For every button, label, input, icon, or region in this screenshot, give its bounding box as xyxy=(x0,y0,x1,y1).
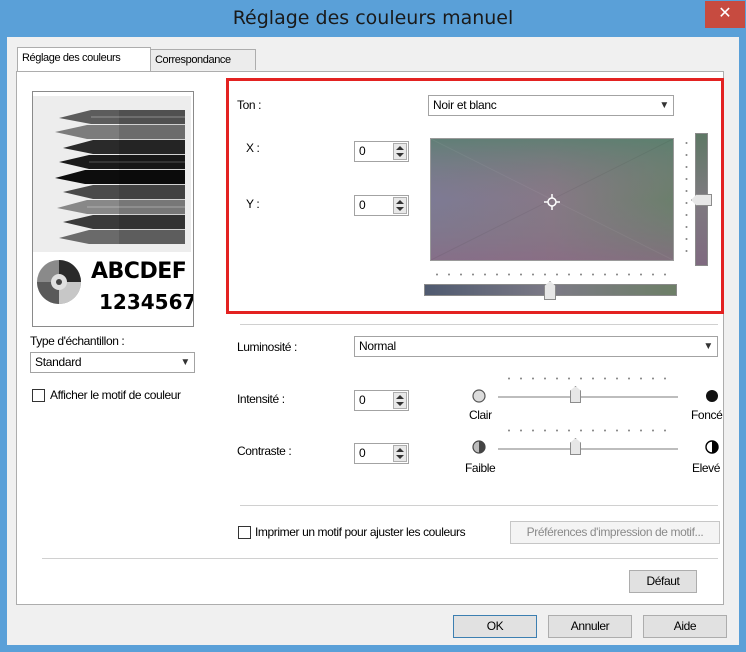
spin-up-icon[interactable] xyxy=(396,448,404,452)
preview-sample-text-digits: 1234567 xyxy=(99,290,194,314)
tab-matching[interactable]: Correspondance xyxy=(150,49,256,70)
spin-down-icon[interactable] xyxy=(396,455,404,459)
x-value: 0 xyxy=(359,144,366,158)
y-value: 0 xyxy=(359,198,366,212)
contrast-slider-track[interactable] xyxy=(498,448,678,450)
tone-select[interactable]: Noir et blanc ▼ xyxy=(428,95,674,116)
chevron-down-icon: ▼ xyxy=(659,100,669,111)
chevron-down-icon: ▼ xyxy=(180,357,190,368)
contrast-high-label: Elevé xyxy=(692,461,721,475)
contrast-label: Contraste : xyxy=(237,444,292,458)
brightness-label: Luminosité : xyxy=(237,340,297,354)
y-spinbox[interactable]: 0 xyxy=(354,195,409,216)
tone-label: Ton : xyxy=(237,98,262,112)
cancel-button[interactable]: Annuler xyxy=(548,615,632,638)
y-spin-buttons[interactable] xyxy=(393,197,407,214)
contrast-low-label: Faible xyxy=(465,461,496,475)
crosshair-icon[interactable] xyxy=(544,194,560,210)
intensity-low-label: Clair xyxy=(469,408,492,422)
vertical-slider-ticks xyxy=(685,137,688,262)
sample-type-label: Type d'échantillon : xyxy=(30,334,125,348)
spin-up-icon[interactable] xyxy=(396,146,404,150)
show-color-pattern-label[interactable]: Afficher le motif de couleur xyxy=(50,388,181,402)
window-title: Réglage des couleurs manuel xyxy=(232,7,514,29)
color-preview-image: ABCDEF 1234567 xyxy=(32,91,194,327)
ok-button[interactable]: OK xyxy=(453,615,537,638)
spin-up-icon[interactable] xyxy=(396,200,404,204)
color-adjustment-pad[interactable] xyxy=(430,138,674,261)
pattern-print-preferences-button[interactable]: Préférences d'impression de motif... xyxy=(510,521,720,544)
intensity-high-label: Foncé xyxy=(691,408,723,422)
dialog-window: Réglage des couleurs manuel ✕ Réglage de… xyxy=(0,0,746,652)
light-circle-icon xyxy=(472,389,486,403)
dialog-client: Réglage des couleurs Correspondance ABCD… xyxy=(7,37,739,645)
contrast-spin-buttons[interactable] xyxy=(393,445,407,462)
contrast-spinbox[interactable]: 0 xyxy=(354,443,409,464)
intensity-slider-track[interactable] xyxy=(498,396,678,398)
help-button[interactable]: Aide xyxy=(643,615,727,638)
intensity-spinbox[interactable]: 0 xyxy=(354,390,409,411)
sample-type-value: Standard xyxy=(35,355,82,369)
title-bar[interactable]: Réglage des couleurs manuel ✕ xyxy=(1,1,745,37)
tab-color-adjustment[interactable]: Réglage des couleurs xyxy=(17,47,151,71)
intensity-slider-ticks xyxy=(503,377,673,380)
preview-sample-text-letters: ABCDEF xyxy=(91,259,187,284)
contrast-slider-ticks xyxy=(503,429,673,432)
close-button[interactable]: ✕ xyxy=(705,1,745,28)
intensity-value: 0 xyxy=(359,393,366,407)
print-pattern-checkbox[interactable] xyxy=(238,526,251,539)
close-icon: ✕ xyxy=(718,5,732,22)
x-spinbox[interactable]: 0 xyxy=(354,141,409,162)
low-contrast-icon xyxy=(472,440,486,454)
x-label: X : xyxy=(246,141,260,155)
tone-value: Noir et blanc xyxy=(433,98,497,112)
spin-up-icon[interactable] xyxy=(396,395,404,399)
y-label: Y : xyxy=(246,197,260,211)
spin-down-icon[interactable] xyxy=(396,207,404,211)
brightness-select[interactable]: Normal ▼ xyxy=(354,336,718,357)
spin-down-icon[interactable] xyxy=(396,402,404,406)
contrast-value: 0 xyxy=(359,446,366,460)
separator-line xyxy=(42,558,718,559)
dark-circle-icon xyxy=(706,390,718,402)
x-spin-buttons[interactable] xyxy=(393,143,407,160)
horizontal-slider-ticks xyxy=(431,273,673,276)
chevron-down-icon: ▼ xyxy=(703,341,713,352)
brightness-value: Normal xyxy=(359,339,396,353)
sample-type-select[interactable]: Standard ▼ xyxy=(30,352,195,373)
intensity-label: Intensité : xyxy=(237,392,285,406)
default-button[interactable]: Défaut xyxy=(629,570,697,593)
separator-line xyxy=(240,324,718,325)
print-pattern-label[interactable]: Imprimer un motif pour ajuster les coule… xyxy=(255,525,466,539)
separator-line xyxy=(240,505,718,506)
high-contrast-icon xyxy=(705,440,719,454)
show-color-pattern-checkbox[interactable] xyxy=(32,389,45,402)
spin-down-icon[interactable] xyxy=(396,153,404,157)
intensity-spin-buttons[interactable] xyxy=(393,392,407,409)
